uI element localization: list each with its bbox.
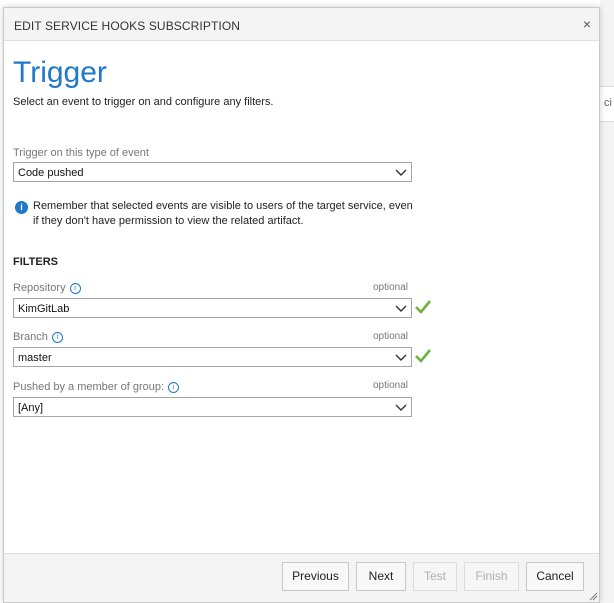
group-value: [Any]: [18, 402, 44, 414]
cancel-button[interactable]: Cancel: [526, 562, 584, 591]
finish-button[interactable]: Finish: [464, 562, 519, 591]
branch-label-text: Branch: [13, 331, 48, 343]
help-icon[interactable]: i: [168, 382, 180, 393]
background-cut-text: ci: [604, 97, 612, 109]
trigger-event-label: Trigger on this type of event: [13, 147, 149, 159]
repository-label-text: Repository: [13, 282, 66, 294]
group-select[interactable]: [Any]: [13, 397, 412, 417]
trigger-event-select[interactable]: Code pushed: [13, 162, 412, 182]
page-subtitle: Select an event to trigger on and config…: [13, 96, 274, 108]
trigger-event-value: Code pushed: [18, 167, 84, 179]
dialog-title: EDIT SERVICE HOOKS SUBSCRIPTION: [14, 19, 241, 33]
page-title: Trigger: [13, 56, 107, 89]
chevron-down-icon: [395, 404, 407, 411]
branch-label: Branch i: [13, 331, 63, 343]
help-icon[interactable]: i: [51, 332, 63, 343]
dialog-titlebar: EDIT SERVICE HOOKS SUBSCRIPTION ×: [4, 8, 599, 41]
branch-optional: optional: [373, 331, 409, 342]
resize-grip-icon[interactable]: [588, 591, 598, 601]
branch-select[interactable]: master: [13, 347, 412, 367]
branch-value: master: [18, 352, 52, 364]
info-icon: i: [15, 201, 28, 214]
previous-button[interactable]: Previous: [282, 562, 349, 591]
filters-heading: FILTERS: [13, 256, 59, 268]
repository-value: KimGitLab: [18, 303, 70, 315]
chevron-down-icon: [395, 305, 407, 312]
group-optional: optional: [373, 380, 409, 391]
background-tab-strip: ci: [600, 86, 614, 122]
service-hooks-dialog: EDIT SERVICE HOOKS SUBSCRIPTION × Trigge…: [3, 7, 600, 603]
help-icon[interactable]: i: [69, 283, 81, 294]
checkmark-icon: [415, 300, 431, 314]
repository-select[interactable]: KimGitLab: [13, 298, 412, 318]
visibility-info-text: Remember that selected events are visibl…: [33, 200, 413, 227]
chevron-down-icon: [395, 354, 407, 361]
dialog-footer: Previous Next Test Finish Cancel: [4, 553, 599, 602]
repository-optional: optional: [373, 282, 409, 293]
next-button[interactable]: Next: [356, 562, 406, 591]
group-label-text: Pushed by a member of group:: [13, 381, 165, 393]
repository-label: Repository i: [13, 282, 81, 294]
chevron-down-icon: [395, 169, 407, 176]
test-button[interactable]: Test: [413, 562, 457, 591]
group-label: Pushed by a member of group: i: [13, 381, 180, 393]
checkmark-icon: [415, 349, 431, 363]
close-icon[interactable]: ×: [583, 16, 591, 32]
